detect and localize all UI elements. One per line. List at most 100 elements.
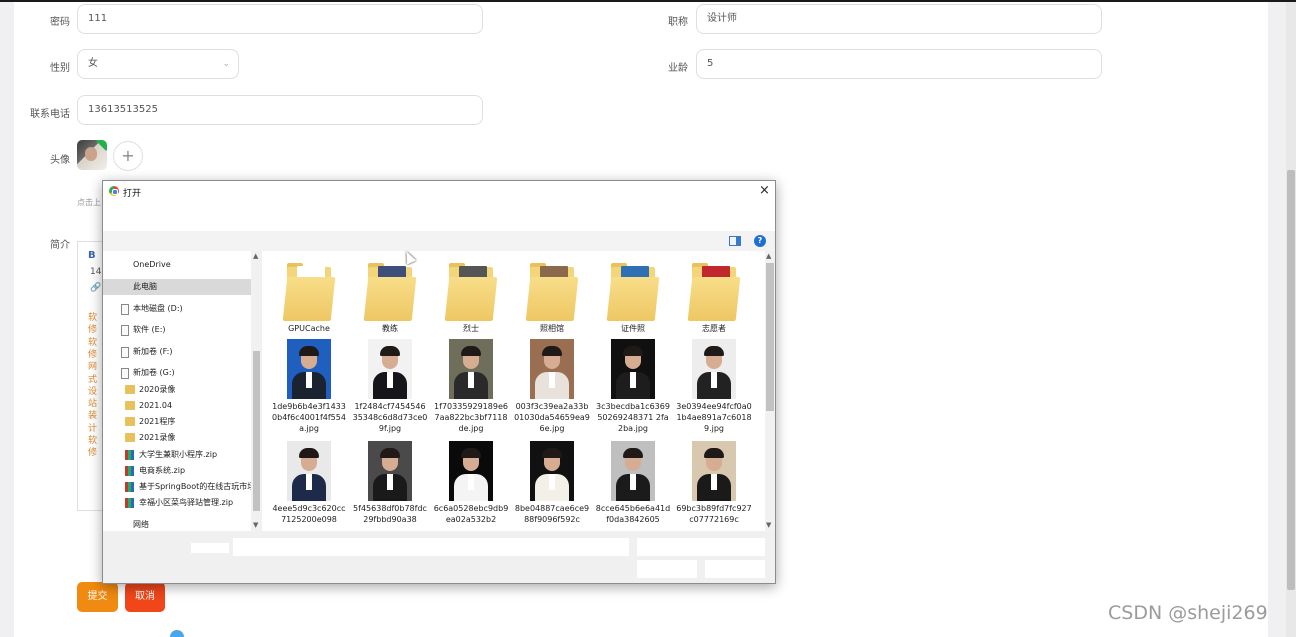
nav-item[interactable]: 此电脑 — [103, 279, 251, 295]
folder-tile[interactable]: GPUCache — [271, 263, 347, 334]
open-button[interactable] — [637, 560, 697, 578]
navigation-pane: OneDrive 此电脑本地磁盘 (D:) 软件 (E:) 新加卷 (F:) 新加卷 (… — [103, 251, 263, 531]
nav-item-label: 2021程序 — [139, 417, 176, 426]
scroll-up-icon[interactable]: ▲ — [253, 252, 258, 260]
nav-item[interactable]: 基于SpringBoot的在线古玩市场 — [103, 479, 251, 495]
file-grid: GPUCache 教练 烈士 照相馆 证件照 志愿者 1de9b6b4e3f14330b4f… — [263, 251, 763, 531]
nav-item[interactable]: 2021程序 — [103, 414, 251, 430]
avatar-image[interactable] — [77, 140, 107, 170]
avatar-add-button[interactable]: + — [113, 141, 143, 171]
editor-line: 站 — [88, 399, 98, 410]
grid-scroll-thumb[interactable] — [766, 263, 774, 411]
nav-item[interactable]: 2021录像 — [103, 430, 251, 446]
nav-item[interactable]: 幸福小区菜鸟驿站管理.zip — [103, 495, 251, 511]
drive-icon — [121, 325, 129, 336]
image-file-tile[interactable]: 3e0394ee94fcf0a01b4ae891a7c60189.jpg — [676, 339, 752, 434]
file-name: 003f3c39ea2a33b01030da54659ea96e.jpg — [514, 402, 590, 433]
image-file-tile[interactable]: 3c3becdba1c636950269248371 2fa2ba.jpg — [595, 339, 671, 434]
dialog-footer — [103, 531, 775, 583]
filename-label-area — [191, 543, 229, 553]
image-file-tile[interactable]: 003f3c39ea2a33b01030da54659ea96e.jpg — [514, 339, 590, 434]
scroll-down-icon[interactable]: ▼ — [766, 521, 771, 529]
page-scrollbar[interactable] — [1286, 2, 1296, 637]
nav-item[interactable]: 网络 — [103, 517, 251, 531]
image-file-tile[interactable]: 8be04887cae6ce988f9096f592c — [514, 441, 590, 525]
gender-select[interactable]: 女 ⌄ — [77, 49, 239, 79]
preview-pane-icon[interactable] — [729, 236, 741, 246]
photo-thumbnail — [611, 339, 655, 399]
years-input[interactable]: 5 — [696, 49, 1102, 79]
scroll-down-icon[interactable]: ▼ — [253, 521, 258, 529]
photo-thumbnail — [368, 339, 412, 399]
image-file-tile[interactable]: 1f2484cf745454635348c6d8d73ce09f.jpg — [352, 339, 428, 434]
upload-tip: 点击上 — [77, 198, 101, 207]
image-file-tile[interactable]: 8cce645b6e6a41df0da3842605 — [595, 441, 671, 525]
close-icon[interactable]: × — [759, 183, 770, 198]
nav-item[interactable]: 2021.04 — [103, 398, 251, 414]
photo-thumbnail — [449, 441, 493, 501]
submit-button[interactable]: 提交 — [77, 582, 118, 612]
photo-thumbnail — [530, 441, 574, 501]
folder-icon — [444, 263, 498, 321]
nav-scroll-thumb[interactable] — [253, 351, 260, 511]
editor-line: 修 — [88, 349, 98, 360]
filetype-select[interactable] — [637, 538, 765, 556]
file-name: 烈士 — [463, 324, 479, 333]
bold-button[interactable]: B — [88, 250, 96, 261]
phone-input[interactable]: 13613513525 — [77, 95, 483, 125]
folder-tile[interactable]: 证件照 — [595, 263, 671, 334]
image-file-tile[interactable]: 69bc3b89fd7fc927c07772169c — [676, 441, 752, 525]
editor-line: 装 — [88, 411, 98, 422]
title-input[interactable]: 设计师 — [696, 4, 1102, 34]
scroll-up-icon[interactable]: ▲ — [766, 252, 771, 260]
nav-item-label: 本地磁盘 (D:) — [133, 304, 183, 313]
folder-icon — [125, 385, 135, 394]
nav-item[interactable]: 大学生兼职小程序.zip — [103, 447, 251, 463]
file-name: GPUCache — [288, 324, 330, 333]
nav-item[interactable]: 新加卷 (F:) — [103, 344, 251, 360]
image-file-tile[interactable]: 6c6a0528ebc9db9ea02a532b2 — [433, 441, 509, 525]
folder-tile[interactable]: 照相馆 — [514, 263, 590, 334]
image-file-tile[interactable]: 1f70335929189e67aa822bc3bf7118de.jpg — [433, 339, 509, 434]
file-name: 1f2484cf745454635348c6d8d73ce09f.jpg — [352, 402, 428, 433]
nav-item[interactable]: 新加卷 (G:) — [103, 365, 251, 381]
folder-icon — [282, 263, 336, 321]
nav-item-label: OneDrive — [133, 260, 171, 269]
drive-icon — [121, 304, 129, 315]
photo-thumbnail — [287, 441, 331, 501]
folder-tile[interactable]: 教练 — [352, 263, 428, 334]
file-name: 1de9b6b4e3f14330b4f6c4001f4f554a.jpg — [272, 402, 346, 433]
nav-item-label: 软件 (E:) — [133, 325, 166, 334]
editor-line: 修 — [88, 325, 98, 336]
account-input[interactable]: 111 — [77, 4, 483, 34]
cancel-button[interactable]: 取消 — [125, 582, 165, 612]
zip-icon — [125, 498, 134, 508]
page-scroll-thumb[interactable] — [1287, 170, 1295, 590]
folder-icon — [125, 401, 135, 410]
nav-item-label: 新加卷 (F:) — [133, 347, 173, 356]
image-file-tile[interactable]: 4eee5d9c3c620cc7125200e098 — [271, 441, 347, 525]
editor-line: 软 — [88, 313, 98, 323]
nav-item[interactable]: 软件 (E:) — [103, 322, 251, 338]
help-icon[interactable]: ? — [754, 235, 766, 247]
image-file-tile[interactable]: 5f45638df0b78fdc29fbbd90a38 — [352, 441, 428, 525]
account-label: 密码 — [50, 17, 70, 28]
phone-label: 联系电话 — [30, 109, 70, 120]
link-icon[interactable]: 🔗 — [90, 283, 101, 293]
nav-item[interactable]: 本地磁盘 (D:) — [103, 301, 251, 317]
grid-scrollbar[interactable]: ▲ ▼ — [765, 251, 775, 531]
nav-item[interactable]: 2020录像 — [103, 382, 251, 398]
nav-item[interactable]: 电商系统.zip — [103, 463, 251, 479]
folder-tile[interactable]: 志愿者 — [676, 263, 752, 334]
filename-input[interactable] — [233, 538, 629, 556]
image-file-tile[interactable]: 1de9b6b4e3f14330b4f6c4001f4f554a.jpg — [271, 339, 347, 434]
nav-item[interactable]: OneDrive — [103, 257, 251, 273]
title-label: 职称 — [668, 17, 688, 28]
folder-tile[interactable]: 烈士 — [433, 263, 509, 334]
zip-icon — [125, 466, 134, 476]
nav-scrollbar[interactable]: ▲ ▼ — [251, 251, 262, 531]
dialog-cancel-button[interactable] — [705, 560, 765, 578]
dialog-toolbar: ? — [103, 231, 775, 251]
dialog-title: 打开 — [123, 189, 142, 199]
gender-value: 女 — [88, 58, 98, 69]
